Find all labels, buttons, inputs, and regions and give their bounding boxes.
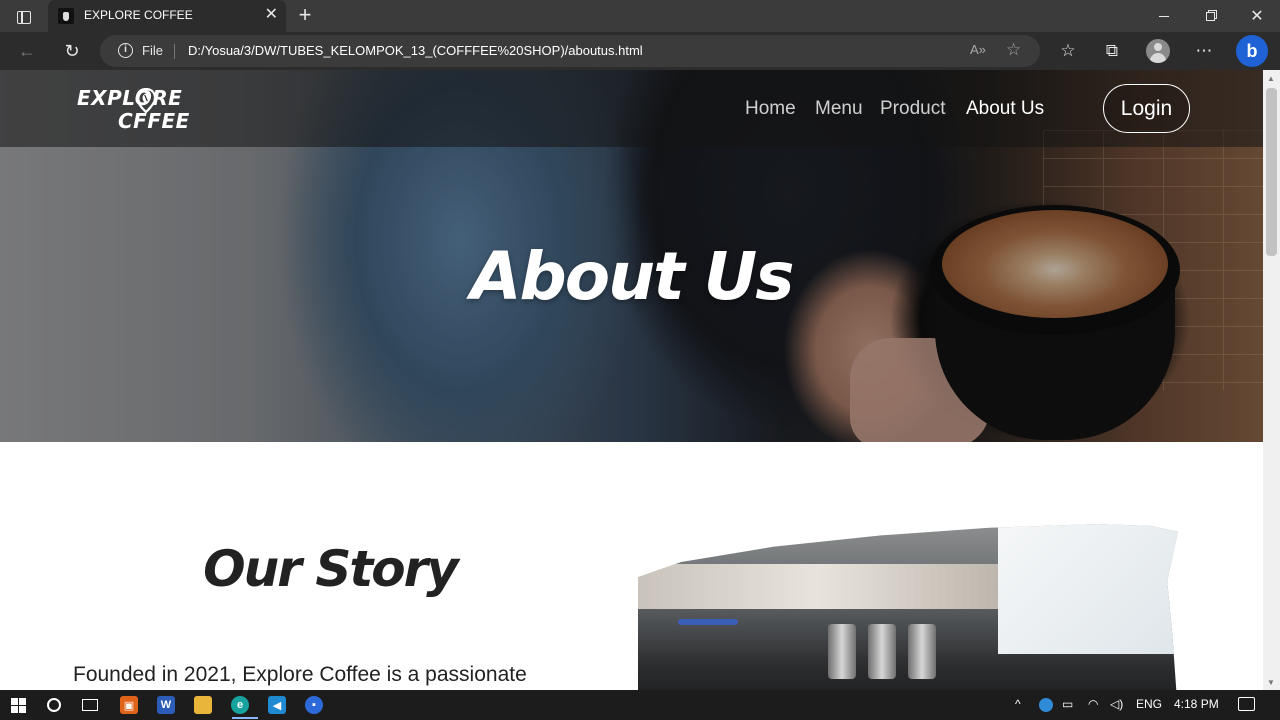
- logo-text-line2: CFFEE: [118, 109, 190, 133]
- scroll-down-arrow-icon[interactable]: ▼: [1267, 678, 1275, 687]
- site-logo[interactable]: EXPLORE CFFEE: [77, 86, 217, 134]
- sync-icon[interactable]: [1039, 698, 1053, 712]
- address-scheme-label: File: [142, 43, 163, 58]
- address-divider: [174, 44, 175, 59]
- profile-icon[interactable]: [1146, 39, 1170, 63]
- reload-icon[interactable]: ↻: [57, 37, 87, 65]
- page-scrollbar[interactable]: ▲ ▼: [1263, 70, 1280, 690]
- volume-icon[interactable]: ◁): [1110, 697, 1123, 711]
- story-title: Our Story: [203, 540, 459, 598]
- collections-icon[interactable]: ⧉: [1097, 37, 1127, 65]
- site-favicon-icon: [58, 8, 74, 24]
- file-explorer-icon[interactable]: [193, 693, 213, 717]
- active-app-indicator: [232, 717, 258, 719]
- tab-title: EXPLORE COFFEE: [84, 8, 193, 22]
- hero-title: About Us: [470, 238, 794, 315]
- search-icon[interactable]: [45, 693, 63, 717]
- windows-start-icon[interactable]: [8, 693, 28, 717]
- show-hidden-icons-icon[interactable]: ^: [1015, 697, 1021, 711]
- hero-banner: EXPLORE CFFEE Home Menu Product About Us…: [0, 70, 1263, 442]
- vscode-icon[interactable]: ◀: [267, 693, 287, 717]
- favorites-icon[interactable]: ☆: [1053, 37, 1083, 65]
- page-viewport: EXPLORE CFFEE Home Menu Product About Us…: [0, 70, 1263, 690]
- edge-icon[interactable]: e: [230, 693, 258, 719]
- minimize-button[interactable]: [1141, 0, 1187, 32]
- browser-toolbar: ← ↻ i File D:/Yosua/3/DW/TUBES_KELOMPOK_…: [0, 32, 1280, 70]
- nav-menu[interactable]: Menu: [815, 98, 863, 120]
- scroll-up-arrow-icon[interactable]: ▲: [1267, 74, 1275, 83]
- scroll-thumb[interactable]: [1266, 88, 1277, 256]
- tab-actions-icon[interactable]: [10, 7, 38, 27]
- task-view-icon[interactable]: [80, 693, 100, 717]
- language-indicator[interactable]: ENG: [1136, 697, 1162, 711]
- info-icon[interactable]: i: [118, 43, 133, 58]
- word-icon[interactable]: W: [156, 693, 176, 717]
- close-window-button[interactable]: ✕: [1234, 0, 1280, 32]
- notifications-icon[interactable]: [1238, 697, 1255, 711]
- story-espresso-machine-image: [638, 524, 1178, 690]
- battery-icon[interactable]: ▭: [1062, 697, 1073, 711]
- nav-about-us[interactable]: About Us: [966, 98, 1044, 120]
- back-icon[interactable]: ←: [12, 37, 42, 65]
- wifi-icon[interactable]: ◠: [1088, 697, 1098, 711]
- logo-text-line1: EXPLORE: [77, 86, 183, 110]
- new-tab-button[interactable]: +: [292, 3, 318, 29]
- login-button[interactable]: Login: [1103, 84, 1190, 133]
- site-header: EXPLORE CFFEE Home Menu Product About Us…: [0, 70, 1263, 147]
- add-favorite-icon[interactable]: ☆: [1006, 40, 1021, 60]
- html-editor-icon[interactable]: ▣: [119, 693, 139, 717]
- browser-tab[interactable]: EXPLORE COFFEE ✕: [48, 0, 286, 32]
- story-text: Founded in 2021, Explore Coffee is a pas…: [73, 663, 527, 686]
- zoom-icon[interactable]: ▪: [304, 693, 324, 717]
- address-bar[interactable]: i File D:/Yosua/3/DW/TUBES_KELOMPOK_13_(…: [100, 35, 1040, 67]
- more-icon[interactable]: ⋯: [1189, 37, 1219, 65]
- tab-close-icon[interactable]: ✕: [265, 6, 278, 24]
- nav-product[interactable]: Product: [880, 98, 945, 120]
- nav-home[interactable]: Home: [745, 98, 796, 120]
- read-aloud-icon[interactable]: A»: [970, 42, 986, 57]
- os-taskbar: ▣ W e ◀ ▪ ^ ▭ ◠ ◁) ENG 4:18 PM: [0, 690, 1280, 720]
- clock[interactable]: 4:18 PM: [1174, 697, 1219, 711]
- browser-tab-bar: EXPLORE COFFEE ✕ + ✕: [0, 0, 1280, 32]
- restore-button[interactable]: [1187, 0, 1233, 32]
- address-url[interactable]: D:/Yosua/3/DW/TUBES_KELOMPOK_13_(COFFFEE…: [188, 43, 643, 58]
- bing-icon[interactable]: b: [1236, 35, 1268, 67]
